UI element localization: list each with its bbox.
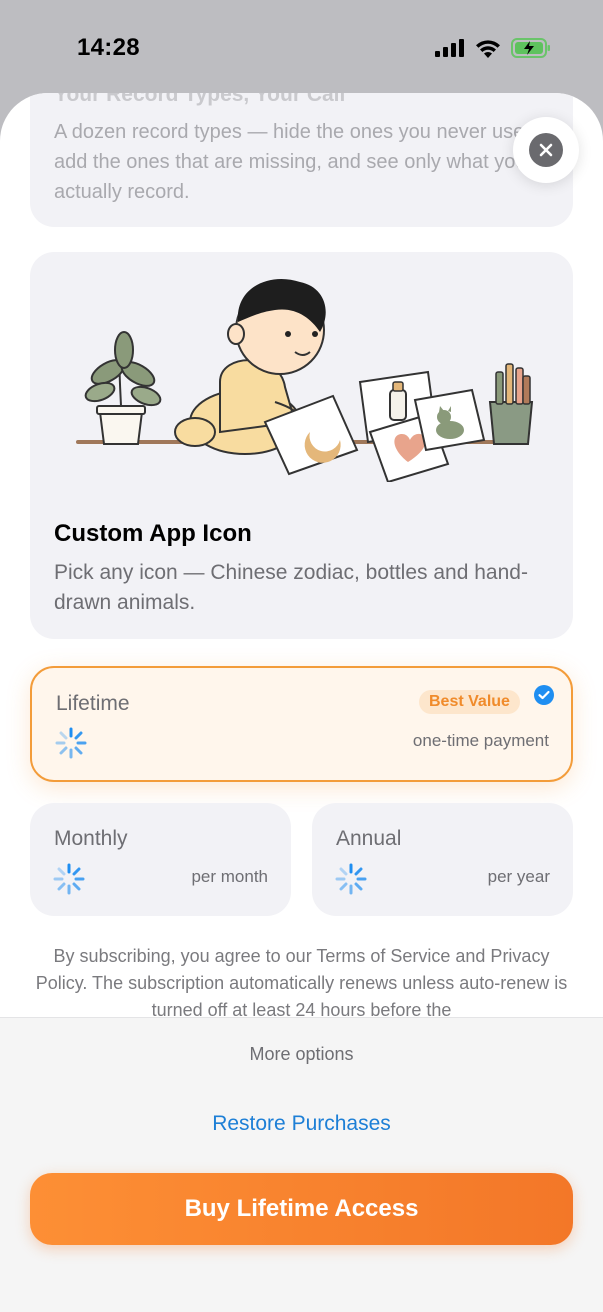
loading-spinner-icon bbox=[53, 863, 85, 895]
plan-option-annual[interactable]: Annual per year bbox=[312, 803, 573, 916]
loading-spinner-icon bbox=[335, 863, 367, 895]
loading-spinner-icon bbox=[55, 727, 87, 759]
more-options-link[interactable]: More options bbox=[0, 1044, 603, 1065]
plan-name: Annual bbox=[336, 827, 402, 850]
buy-lifetime-button[interactable]: Buy Lifetime Access bbox=[30, 1173, 573, 1245]
feature-title: Custom App Icon bbox=[54, 520, 252, 547]
status-bar: 14:28 bbox=[0, 0, 603, 96]
plan-option-monthly[interactable]: Monthly per month bbox=[30, 803, 291, 916]
restore-purchases-link[interactable]: Restore Purchases bbox=[0, 1112, 603, 1136]
best-value-badge: Best Value bbox=[419, 690, 520, 714]
plan-option-lifetime[interactable]: Lifetime Best Value one-time payment bbox=[30, 666, 573, 782]
bottom-action-bar: More options Restore Purchases Buy Lifet… bbox=[0, 1017, 603, 1312]
plan-name: Monthly bbox=[54, 827, 128, 850]
feature-description: A dozen record types — hide the ones you… bbox=[54, 121, 530, 203]
feature-description: Pick any icon — Chinese zodiac, bottles … bbox=[54, 561, 528, 614]
plan-name: Lifetime bbox=[56, 692, 130, 715]
status-time: 14:28 bbox=[77, 34, 140, 61]
plan-subtitle: per year bbox=[487, 867, 550, 886]
checkmark-icon bbox=[534, 685, 554, 705]
feature-title: Your Record Types, Your Call bbox=[54, 93, 346, 106]
legal-text: By subscribing, you agree to our Terms o… bbox=[35, 946, 568, 1020]
plan-subtitle: one-time payment bbox=[412, 731, 549, 750]
status-icons bbox=[435, 38, 551, 58]
cellular-signal-icon bbox=[435, 39, 464, 57]
wifi-icon bbox=[476, 39, 500, 58]
feature-card-custom-icon: Custom App Icon Pick any icon — Chinese … bbox=[30, 252, 573, 639]
child-drawing-illustration bbox=[76, 278, 534, 482]
feature-card-record-types: Your Record Types, Your Call A dozen rec… bbox=[30, 93, 573, 227]
plan-subtitle: per month bbox=[191, 867, 268, 886]
close-button[interactable] bbox=[513, 117, 579, 183]
close-icon bbox=[529, 133, 563, 167]
battery-charging-icon bbox=[511, 38, 550, 58]
